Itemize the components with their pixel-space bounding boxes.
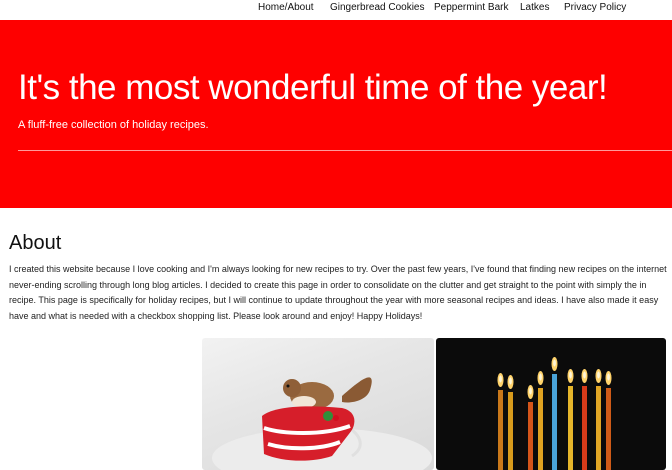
candle-flame-core: [583, 371, 586, 379]
hero-subtitle: A fluff-free collection of holiday recip…: [18, 119, 209, 131]
nav-latkes[interactable]: Latkes: [520, 2, 549, 13]
candle-flame-core: [607, 373, 610, 381]
candle: [552, 374, 557, 470]
nav-home-about[interactable]: Home/About: [258, 2, 314, 13]
about-line: I created this website because I love co…: [9, 264, 667, 274]
about-paragraph: I created this website because I love co…: [9, 262, 672, 324]
candle: [498, 390, 503, 470]
nav-peppermint-bark[interactable]: Peppermint Bark: [434, 2, 508, 13]
candle: [596, 386, 601, 470]
candles-illustration: [497, 357, 612, 470]
menorah-candles-photo: [436, 338, 666, 470]
candle-flame-core: [553, 359, 556, 367]
hero-title: It's the most wonderful time of the year…: [18, 68, 608, 107]
candle: [582, 386, 587, 470]
candle-flame-core: [499, 375, 502, 383]
nav-gingerbread-cookies[interactable]: Gingerbread Cookies: [330, 2, 425, 13]
candle-flame-core: [597, 371, 600, 379]
candle: [528, 402, 533, 470]
candle-flame-core: [569, 371, 572, 379]
squirrel-illustration: [212, 377, 432, 470]
candle-flame-core: [529, 387, 532, 395]
hero-banner: It's the most wonderful time of the year…: [0, 20, 672, 208]
about-line: never-ending scrolling through long blog…: [9, 279, 647, 290]
nav-privacy-policy[interactable]: Privacy Policy: [564, 2, 626, 13]
candle-flame-core: [539, 373, 542, 381]
about-line: have and what is needed with a checkbox …: [9, 310, 423, 321]
candle: [508, 392, 513, 470]
top-navigation: Home/About Gingerbread Cookies Peppermin…: [0, 0, 672, 20]
candle: [568, 386, 573, 470]
candle: [606, 388, 611, 470]
candle: [538, 388, 543, 470]
squirrel-photo: [202, 338, 434, 470]
hero-divider: [18, 150, 672, 151]
about-heading: About: [9, 232, 62, 254]
candle-flame-core: [509, 377, 512, 385]
about-line: recipe. This page is specifically for ho…: [9, 295, 659, 305]
